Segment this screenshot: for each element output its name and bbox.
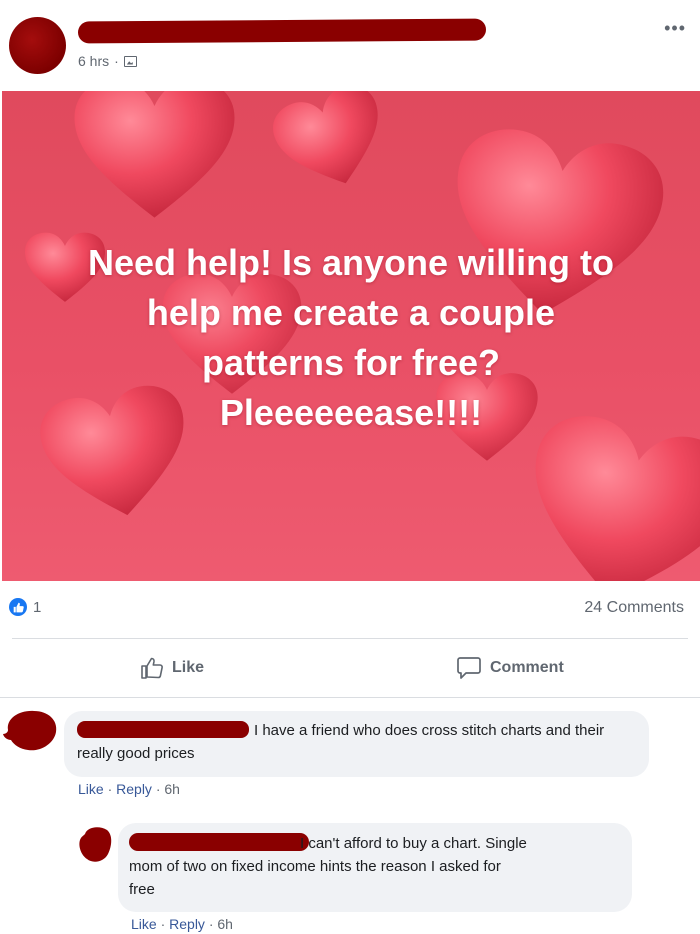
reply-text: mom of two on fixed income hints the rea… — [129, 858, 501, 875]
reply-text: I can't afford to buy a chart. Single — [300, 835, 527, 852]
reaction-count: 1 — [33, 598, 42, 616]
heart-decoration-icon — [273, 91, 378, 184]
divider — [12, 638, 688, 639]
author-avatar[interactable] — [9, 17, 66, 74]
comment-text: really good prices — [77, 745, 195, 762]
speech-bubble-icon — [457, 657, 481, 679]
reply-avatar[interactable] — [77, 824, 113, 864]
like-button[interactable]: Like — [140, 648, 204, 688]
separator: · — [107, 781, 113, 797]
post-meta: 6 hrs · — [78, 53, 137, 69]
comment-like-link[interactable]: Like — [78, 781, 104, 797]
reply-bubble: I can't afford to buy a chart. Single mo… — [118, 823, 632, 912]
separator: · — [155, 781, 161, 797]
separator: · — [160, 916, 166, 932]
divider — [0, 697, 700, 698]
comments-count-link[interactable]: 24 Comments — [584, 599, 684, 617]
post-text-line: help me create a couple — [146, 292, 556, 333]
more-options-icon[interactable]: ••• — [664, 18, 686, 39]
post-text-line: patterns for free? — [201, 342, 501, 383]
heart-decoration-icon — [74, 91, 235, 218]
comment-text: I have a friend who does cross stitch ch… — [254, 722, 605, 739]
reply-time[interactable]: 6h — [217, 916, 233, 932]
author-name-redaction — [78, 18, 486, 44]
comment-button[interactable]: Comment — [456, 648, 564, 688]
commenter-name-redaction — [77, 721, 249, 738]
meta-separator: · — [114, 53, 119, 69]
separator: · — [208, 916, 214, 932]
comment-actions: Like · Reply · 6h — [78, 781, 180, 797]
post-image-text: Need help! Is anyone willing to help me … — [2, 238, 700, 438]
comment-reply-link[interactable]: Reply — [116, 781, 152, 797]
like-reaction-icon — [9, 598, 27, 616]
comment-time[interactable]: 6h — [164, 781, 180, 797]
reply-actions: Like · Reply · 6h — [131, 916, 233, 932]
post-text-line: Need help! Is anyone willing to — [87, 242, 615, 283]
privacy-icon[interactable] — [123, 55, 137, 67]
post-image[interactable]: Need help! Is anyone willing to help me … — [2, 91, 700, 581]
reply-reply-link[interactable]: Reply — [169, 916, 205, 932]
comment-bubble: I have a friend who does cross stitch ch… — [64, 711, 649, 777]
thumbs-up-icon — [141, 657, 163, 679]
replier-name-redaction — [129, 833, 309, 851]
post-text-line: Pleeeeeease!!!! — [219, 392, 483, 433]
like-button-label: Like — [172, 659, 205, 676]
reaction-summary[interactable]: 1 — [9, 598, 41, 616]
comment-button-label: Comment — [490, 659, 564, 676]
reply-like-link[interactable]: Like — [131, 916, 157, 932]
commenter-avatar[interactable] — [2, 708, 60, 754]
reply-text: free — [129, 881, 155, 898]
post-time[interactable]: 6 hrs — [78, 53, 109, 69]
